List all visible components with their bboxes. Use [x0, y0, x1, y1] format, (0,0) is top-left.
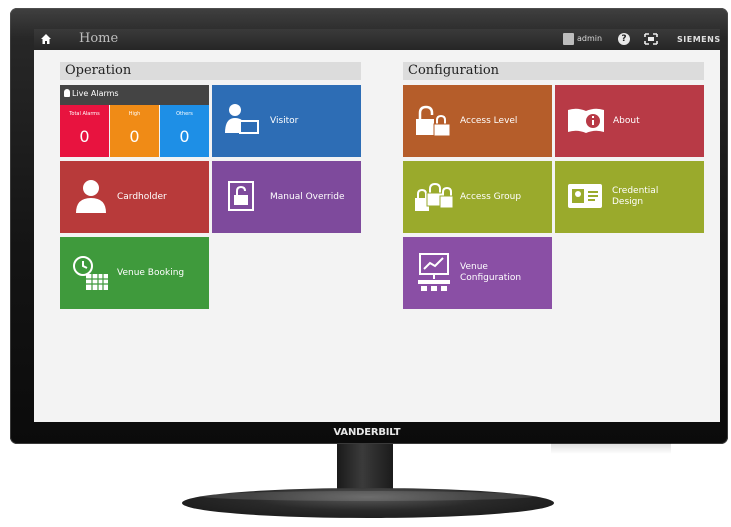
credential-design-tile[interactable]: Credential Design	[555, 161, 704, 233]
access-level-label: Access Level	[460, 116, 518, 126]
access-level-tile[interactable]: Access Level	[403, 85, 552, 157]
home-icon[interactable]	[40, 33, 52, 45]
venue-configuration-label-line2: Configuration	[460, 273, 522, 283]
other-alarms-box[interactable]: Others 0	[160, 105, 209, 157]
other-alarms-label: Others	[176, 111, 193, 117]
help-icon[interactable]: ?	[618, 33, 630, 45]
page-title: Home	[79, 31, 119, 46]
high-alarms-box[interactable]: High 0	[110, 105, 159, 157]
id-card-icon	[568, 184, 602, 208]
live-alarms-tile[interactable]: Live Alarms Total Alarms 0 High 0 Others…	[60, 85, 209, 157]
high-alarms-count: 0	[129, 127, 140, 146]
manual-override-label: Manual Override	[270, 192, 345, 202]
top-bar: Home admin ? SIEMENS	[34, 29, 720, 50]
visitor-label: Visitor	[270, 116, 299, 126]
other-alarms-count: 0	[179, 127, 190, 146]
venue-booking-label: Venue Booking	[117, 268, 185, 278]
high-alarms-label: High	[128, 111, 141, 117]
brand-logo: SIEMENS	[677, 35, 720, 44]
about-label: About	[613, 116, 640, 126]
total-alarms-box[interactable]: Total Alarms 0	[60, 105, 109, 157]
total-alarms-count: 0	[79, 127, 90, 146]
venue-configuration-tile[interactable]: Venue Configuration	[403, 237, 552, 309]
cardholder-icon	[76, 180, 106, 213]
venue-configuration-label-line1: Venue	[460, 262, 488, 272]
credential-design-label-line1: Credential	[612, 186, 659, 196]
app-screen: Home admin ? SIEMENS Operation Live Alar…	[34, 29, 720, 422]
configuration-heading: Configuration	[403, 62, 704, 80]
cardholder-label: Cardholder	[117, 192, 167, 202]
operation-heading: Operation	[60, 62, 361, 80]
access-group-tile[interactable]: Access Group	[403, 161, 552, 233]
credential-design-label-line2: Design	[612, 197, 644, 207]
live-alarms-title: Live Alarms	[72, 89, 119, 98]
fullscreen-icon[interactable]	[644, 33, 658, 45]
total-alarms-label: Total Alarms	[69, 111, 100, 117]
manual-override-tile[interactable]: Manual Override	[212, 161, 361, 233]
venue-booking-tile[interactable]: Venue Booking	[60, 237, 209, 309]
presentation-board-icon	[418, 253, 450, 291]
bezel-reflection	[551, 442, 671, 454]
cardholder-tile[interactable]: Cardholder	[60, 161, 209, 233]
padlocks-group-icon	[415, 182, 453, 211]
access-group-label: Access Group	[460, 192, 522, 202]
visitor-tile[interactable]: Visitor	[212, 85, 361, 157]
monitor-logo: VANDERBILT	[333, 427, 401, 438]
user-icon[interactable]	[563, 33, 574, 45]
live-alarms-header: Live Alarms	[60, 85, 209, 105]
calendar-clock-icon	[73, 256, 108, 290]
user-name[interactable]: admin	[577, 34, 602, 43]
info-book-icon	[568, 108, 604, 133]
about-tile[interactable]: About	[555, 85, 704, 157]
monitor-base-shine	[200, 491, 536, 501]
bell-icon	[64, 89, 70, 97]
monitor-neck	[337, 444, 393, 494]
padlock-open-icon	[228, 181, 254, 211]
visitor-icon	[225, 104, 259, 134]
padlocks-icon	[416, 105, 451, 137]
